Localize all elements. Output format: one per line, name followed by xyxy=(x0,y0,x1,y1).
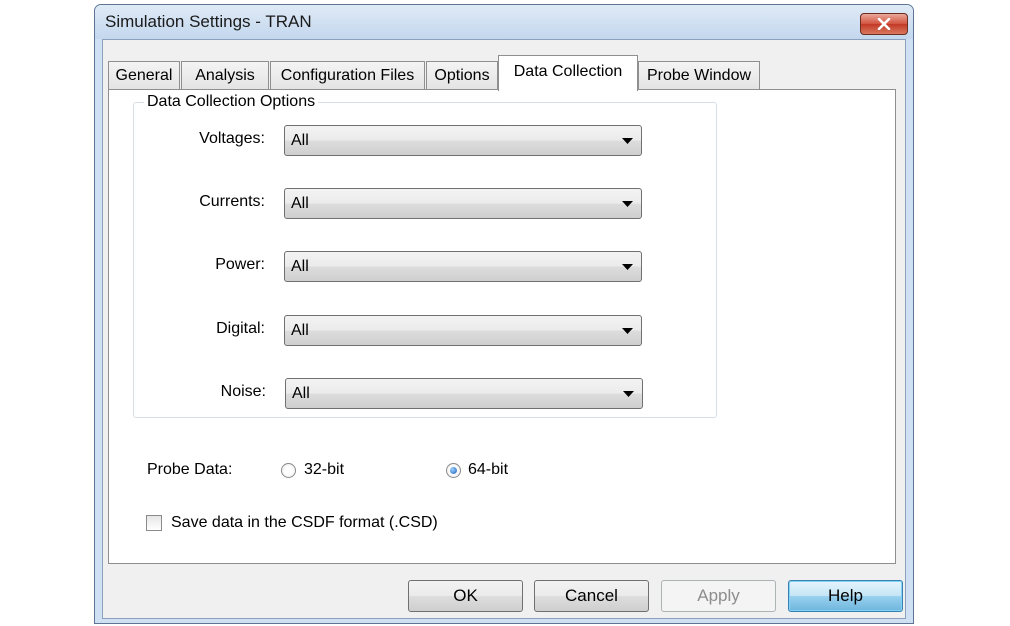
radio-64-bit-label[interactable]: 64-bit xyxy=(468,461,508,479)
noise-value: All xyxy=(292,385,310,402)
chevron-down-icon xyxy=(622,138,633,144)
tab-options[interactable]: Options xyxy=(426,61,498,90)
power-select[interactable]: All xyxy=(284,251,642,282)
radio-32-bit[interactable] xyxy=(281,463,296,478)
save-csdf-checkbox[interactable] xyxy=(146,515,162,531)
cancel-button[interactable]: Cancel xyxy=(534,580,649,612)
radio-selected-dot xyxy=(450,467,457,474)
digital-value: All xyxy=(291,322,309,339)
chevron-down-icon xyxy=(622,201,633,207)
data-collection-options-group: Data Collection Options Voltages: All Cu… xyxy=(133,93,717,418)
tab-general[interactable]: General xyxy=(108,61,180,90)
dialog-window: Simulation Settings - TRAN General Analy… xyxy=(94,4,914,624)
help-button[interactable]: Help xyxy=(788,580,903,612)
radio-64-bit[interactable] xyxy=(446,463,461,478)
currents-value: All xyxy=(291,195,309,212)
ok-button[interactable]: OK xyxy=(408,580,523,612)
tab-analysis[interactable]: Analysis xyxy=(181,61,269,90)
currents-label: Currents: xyxy=(199,193,265,210)
power-value: All xyxy=(291,258,309,275)
voltages-label: Voltages: xyxy=(199,130,265,147)
voltages-value: All xyxy=(291,132,309,149)
digital-select[interactable]: All xyxy=(284,315,642,346)
save-csdf-label[interactable]: Save data in the CSDF format (.CSD) xyxy=(171,514,438,532)
close-icon xyxy=(877,18,891,30)
digital-label: Digital: xyxy=(216,320,265,337)
dialog-client: General Analysis Configuration Files Opt… xyxy=(102,39,906,619)
window-title: Simulation Settings - TRAN xyxy=(105,12,312,31)
power-label: Power: xyxy=(215,256,265,273)
tab-strip: General Analysis Configuration Files Opt… xyxy=(103,40,905,91)
probe-data-label: Probe Data: xyxy=(147,461,233,478)
title-bar[interactable]: Simulation Settings - TRAN xyxy=(95,5,913,39)
noise-label: Noise: xyxy=(220,383,266,400)
chevron-down-icon xyxy=(622,264,633,270)
close-button[interactable] xyxy=(860,13,908,35)
radio-32-bit-label[interactable]: 32-bit xyxy=(304,461,344,479)
tab-probe-window[interactable]: Probe Window xyxy=(638,61,760,90)
apply-button[interactable]: Apply xyxy=(661,580,776,612)
tab-data-collection[interactable]: Data Collection xyxy=(498,55,638,91)
chevron-down-icon xyxy=(623,391,634,397)
group-title: Data Collection Options xyxy=(144,93,319,111)
voltages-select[interactable]: All xyxy=(284,125,642,156)
chevron-down-icon xyxy=(622,328,633,334)
tab-panel-data-collection: Data Collection Options Voltages: All Cu… xyxy=(108,89,896,564)
currents-select[interactable]: All xyxy=(284,188,642,219)
noise-select[interactable]: All xyxy=(285,378,643,409)
tab-configuration-files[interactable]: Configuration Files xyxy=(270,61,425,90)
